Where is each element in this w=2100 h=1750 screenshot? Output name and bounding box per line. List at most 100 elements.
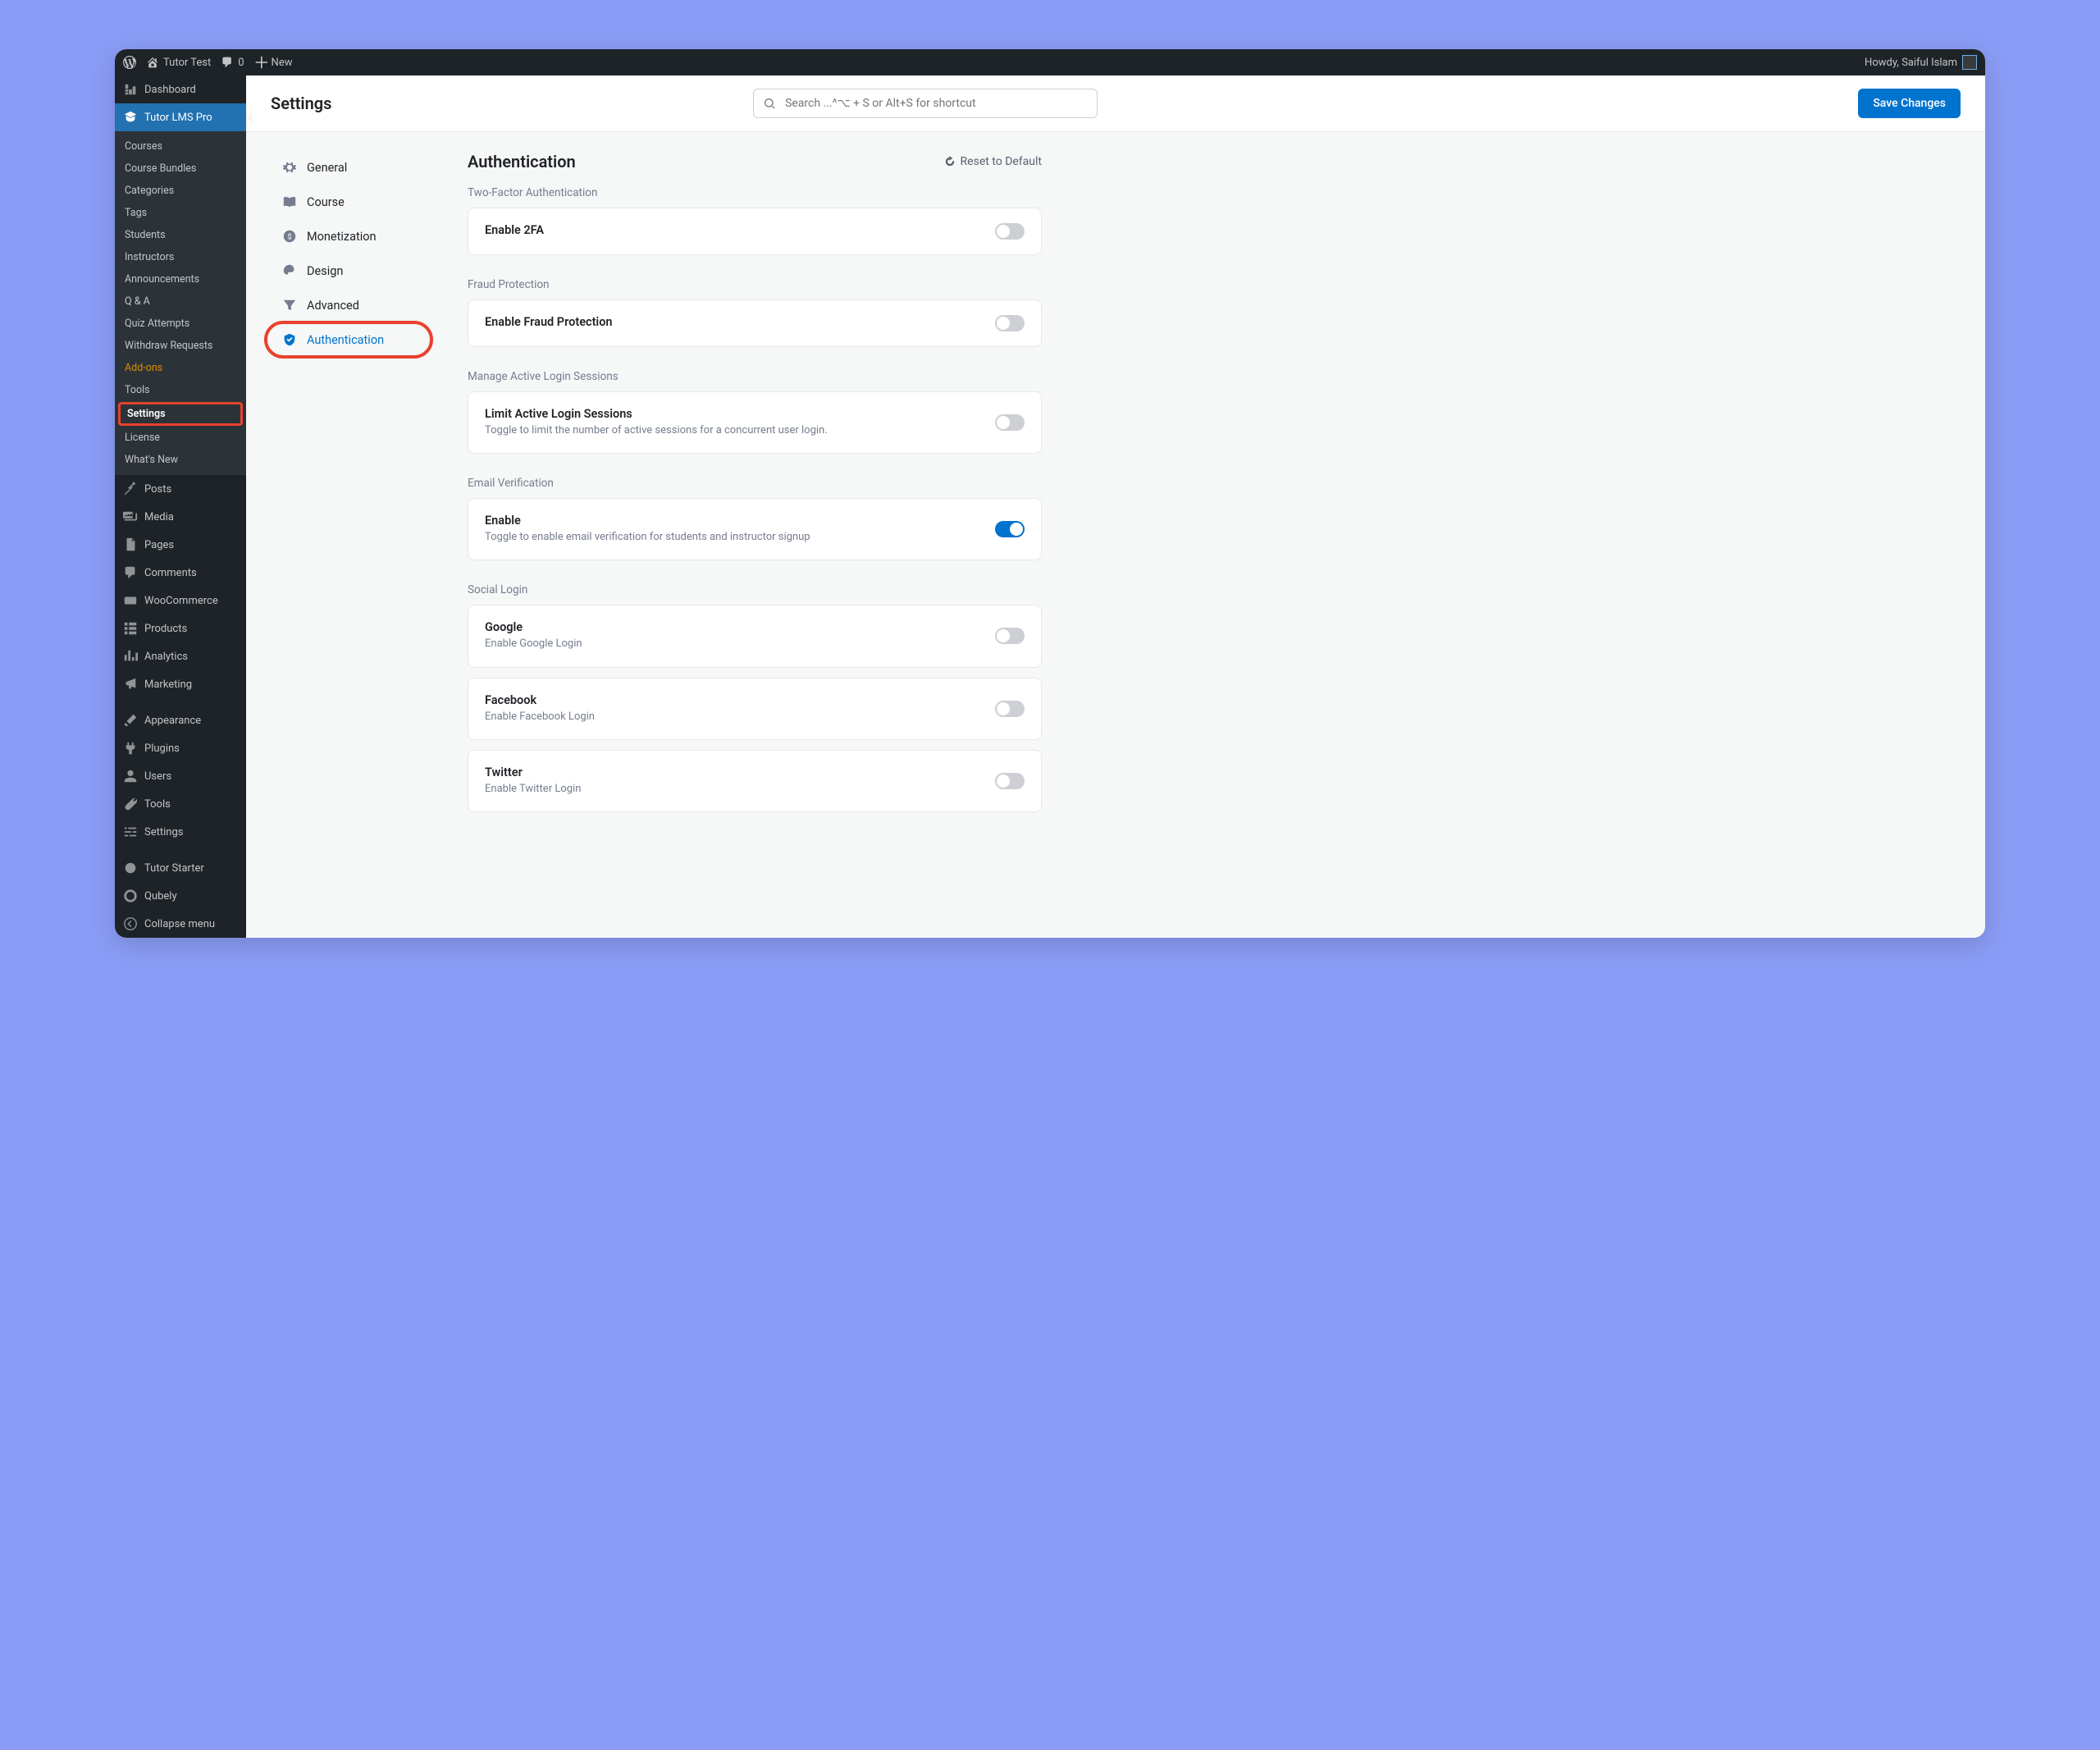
sidebar-item-tutor-lms[interactable]: Tutor LMS Pro xyxy=(115,103,246,131)
tab-authentication[interactable]: Authentication xyxy=(271,324,427,355)
submenu-categories[interactable]: Categories xyxy=(115,180,246,202)
tab-course[interactable]: Course xyxy=(271,186,427,217)
submenu-bundles[interactable]: Course Bundles xyxy=(115,158,246,180)
sidebar-item-wp-settings[interactable]: Settings xyxy=(115,818,246,846)
sidebar-label: Tools xyxy=(144,798,171,811)
card-twitter-login: Twitter Enable Twitter Login xyxy=(468,750,1042,812)
sidebar-item-dashboard[interactable]: Dashboard xyxy=(115,75,246,103)
sidebar-item-analytics[interactable]: Analytics xyxy=(115,642,246,670)
toggle-facebook[interactable] xyxy=(995,701,1025,717)
new-link[interactable]: New xyxy=(254,56,293,69)
graduation-icon xyxy=(123,110,138,125)
reset-button[interactable]: Reset to Default xyxy=(944,155,1042,168)
submenu-announcements[interactable]: Announcements xyxy=(115,268,246,290)
sidebar-item-pages[interactable]: Pages xyxy=(115,531,246,559)
submenu-tools[interactable]: Tools xyxy=(115,379,246,401)
tab-label: Advanced xyxy=(307,299,359,313)
card-title: Google xyxy=(485,620,979,634)
submenu-settings[interactable]: Settings xyxy=(118,402,243,426)
toggle-email-verification[interactable] xyxy=(995,521,1025,537)
avatar xyxy=(1962,55,1977,70)
card-enable-2fa: Enable 2FA xyxy=(468,208,1042,255)
site-name: Tutor Test xyxy=(163,57,211,69)
tab-label: Authentication xyxy=(307,333,384,347)
settings-header: Settings Save Changes xyxy=(246,75,1985,132)
new-label: New xyxy=(272,57,293,69)
tab-general[interactable]: General xyxy=(271,152,427,183)
user-icon xyxy=(123,769,138,784)
toggle-2fa[interactable] xyxy=(995,223,1025,240)
sidebar-label: Plugins xyxy=(144,742,180,755)
tab-design[interactable]: Design xyxy=(271,255,427,286)
wp-logo[interactable] xyxy=(123,56,136,69)
submenu-withdraw[interactable]: Withdraw Requests xyxy=(115,335,246,357)
site-link[interactable]: Tutor Test xyxy=(146,56,211,69)
submenu-tags[interactable]: Tags xyxy=(115,202,246,224)
card-title: Enable xyxy=(485,514,979,528)
submenu-qa[interactable]: Q & A xyxy=(115,290,246,313)
toggle-google[interactable] xyxy=(995,628,1025,644)
megaphone-icon xyxy=(123,677,138,692)
card-title: Limit Active Login Sessions xyxy=(485,407,979,421)
sidebar-item-products[interactable]: Products xyxy=(115,615,246,642)
book-icon xyxy=(282,194,297,209)
toggle-sessions[interactable] xyxy=(995,414,1025,431)
tab-label: Design xyxy=(307,264,343,278)
toggle-fraud[interactable] xyxy=(995,315,1025,331)
sidebar-item-collapse[interactable]: Collapse menu xyxy=(115,910,246,938)
settings-panel: Authentication Reset to Default Two-Fact… xyxy=(435,132,1075,938)
page-icon xyxy=(123,537,138,552)
media-icon xyxy=(123,509,138,524)
tab-label: Course xyxy=(307,195,345,209)
main-content: Settings Save Changes General Course xyxy=(246,75,1985,938)
card-email-verification: Enable Toggle to enable email verificati… xyxy=(468,498,1042,560)
submenu-courses[interactable]: Courses xyxy=(115,135,246,158)
submenu-addons[interactable]: Add-ons xyxy=(115,357,246,379)
sidebar-label: Dashboard xyxy=(144,84,196,96)
user-greeting[interactable]: Howdy, Saiful Islam xyxy=(1865,55,1977,70)
submenu-instructors[interactable]: Instructors xyxy=(115,246,246,268)
sidebar-label: Products xyxy=(144,623,187,635)
wp-sidebar: Dashboard Tutor LMS Pro Courses Course B… xyxy=(115,75,246,938)
sidebar-item-posts[interactable]: Posts xyxy=(115,475,246,503)
money-icon: $ xyxy=(282,229,297,244)
card-title: Twitter xyxy=(485,765,979,779)
sidebar-item-tutor-starter[interactable]: Tutor Starter xyxy=(115,854,246,882)
comments-link[interactable]: 0 xyxy=(221,56,244,69)
submenu-whats-new[interactable]: What's New xyxy=(115,449,246,471)
sidebar-item-media[interactable]: Media xyxy=(115,503,246,531)
sidebar-item-qubely[interactable]: Qubely xyxy=(115,882,246,910)
settings-tabs: General Course $ Monetization Design xyxy=(246,132,435,938)
sidebar-label: Collapse menu xyxy=(144,918,215,930)
section-label-social: Social Login xyxy=(468,583,1042,596)
search-wrap xyxy=(753,89,1098,118)
sidebar-item-woocommerce[interactable]: WooCommerce xyxy=(115,587,246,615)
card-limit-sessions: Limit Active Login Sessions Toggle to li… xyxy=(468,391,1042,454)
sidebar-item-appearance[interactable]: Appearance xyxy=(115,706,246,734)
submenu-license[interactable]: License xyxy=(115,427,246,449)
sidebar-item-marketing[interactable]: Marketing xyxy=(115,670,246,698)
sidebar-item-users[interactable]: Users xyxy=(115,762,246,790)
tab-advanced[interactable]: Advanced xyxy=(271,290,427,321)
sidebar-label: Pages xyxy=(144,539,174,551)
save-button[interactable]: Save Changes xyxy=(1858,89,1961,118)
sidebar-label: Tutor LMS Pro xyxy=(144,112,212,124)
collapse-icon xyxy=(123,916,138,931)
chart-icon xyxy=(123,649,138,664)
greeting-text: Howdy, Saiful Islam xyxy=(1865,57,1957,69)
sidebar-item-comments[interactable]: Comments xyxy=(115,559,246,587)
sidebar-item-plugins[interactable]: Plugins xyxy=(115,734,246,762)
sidebar-item-wp-tools[interactable]: Tools xyxy=(115,790,246,818)
search-input[interactable] xyxy=(753,89,1098,118)
gear-icon xyxy=(282,160,297,175)
tab-monetization[interactable]: $ Monetization xyxy=(271,221,427,252)
refresh-icon xyxy=(944,156,956,167)
reset-label: Reset to Default xyxy=(961,155,1042,168)
comment-icon xyxy=(123,565,138,580)
sidebar-label: Marketing xyxy=(144,679,192,691)
submenu-quiz-attempts[interactable]: Quiz Attempts xyxy=(115,313,246,335)
svg-text:$: $ xyxy=(287,233,291,242)
submenu-students[interactable]: Students xyxy=(115,224,246,246)
palette-icon xyxy=(282,263,297,278)
toggle-twitter[interactable] xyxy=(995,773,1025,789)
